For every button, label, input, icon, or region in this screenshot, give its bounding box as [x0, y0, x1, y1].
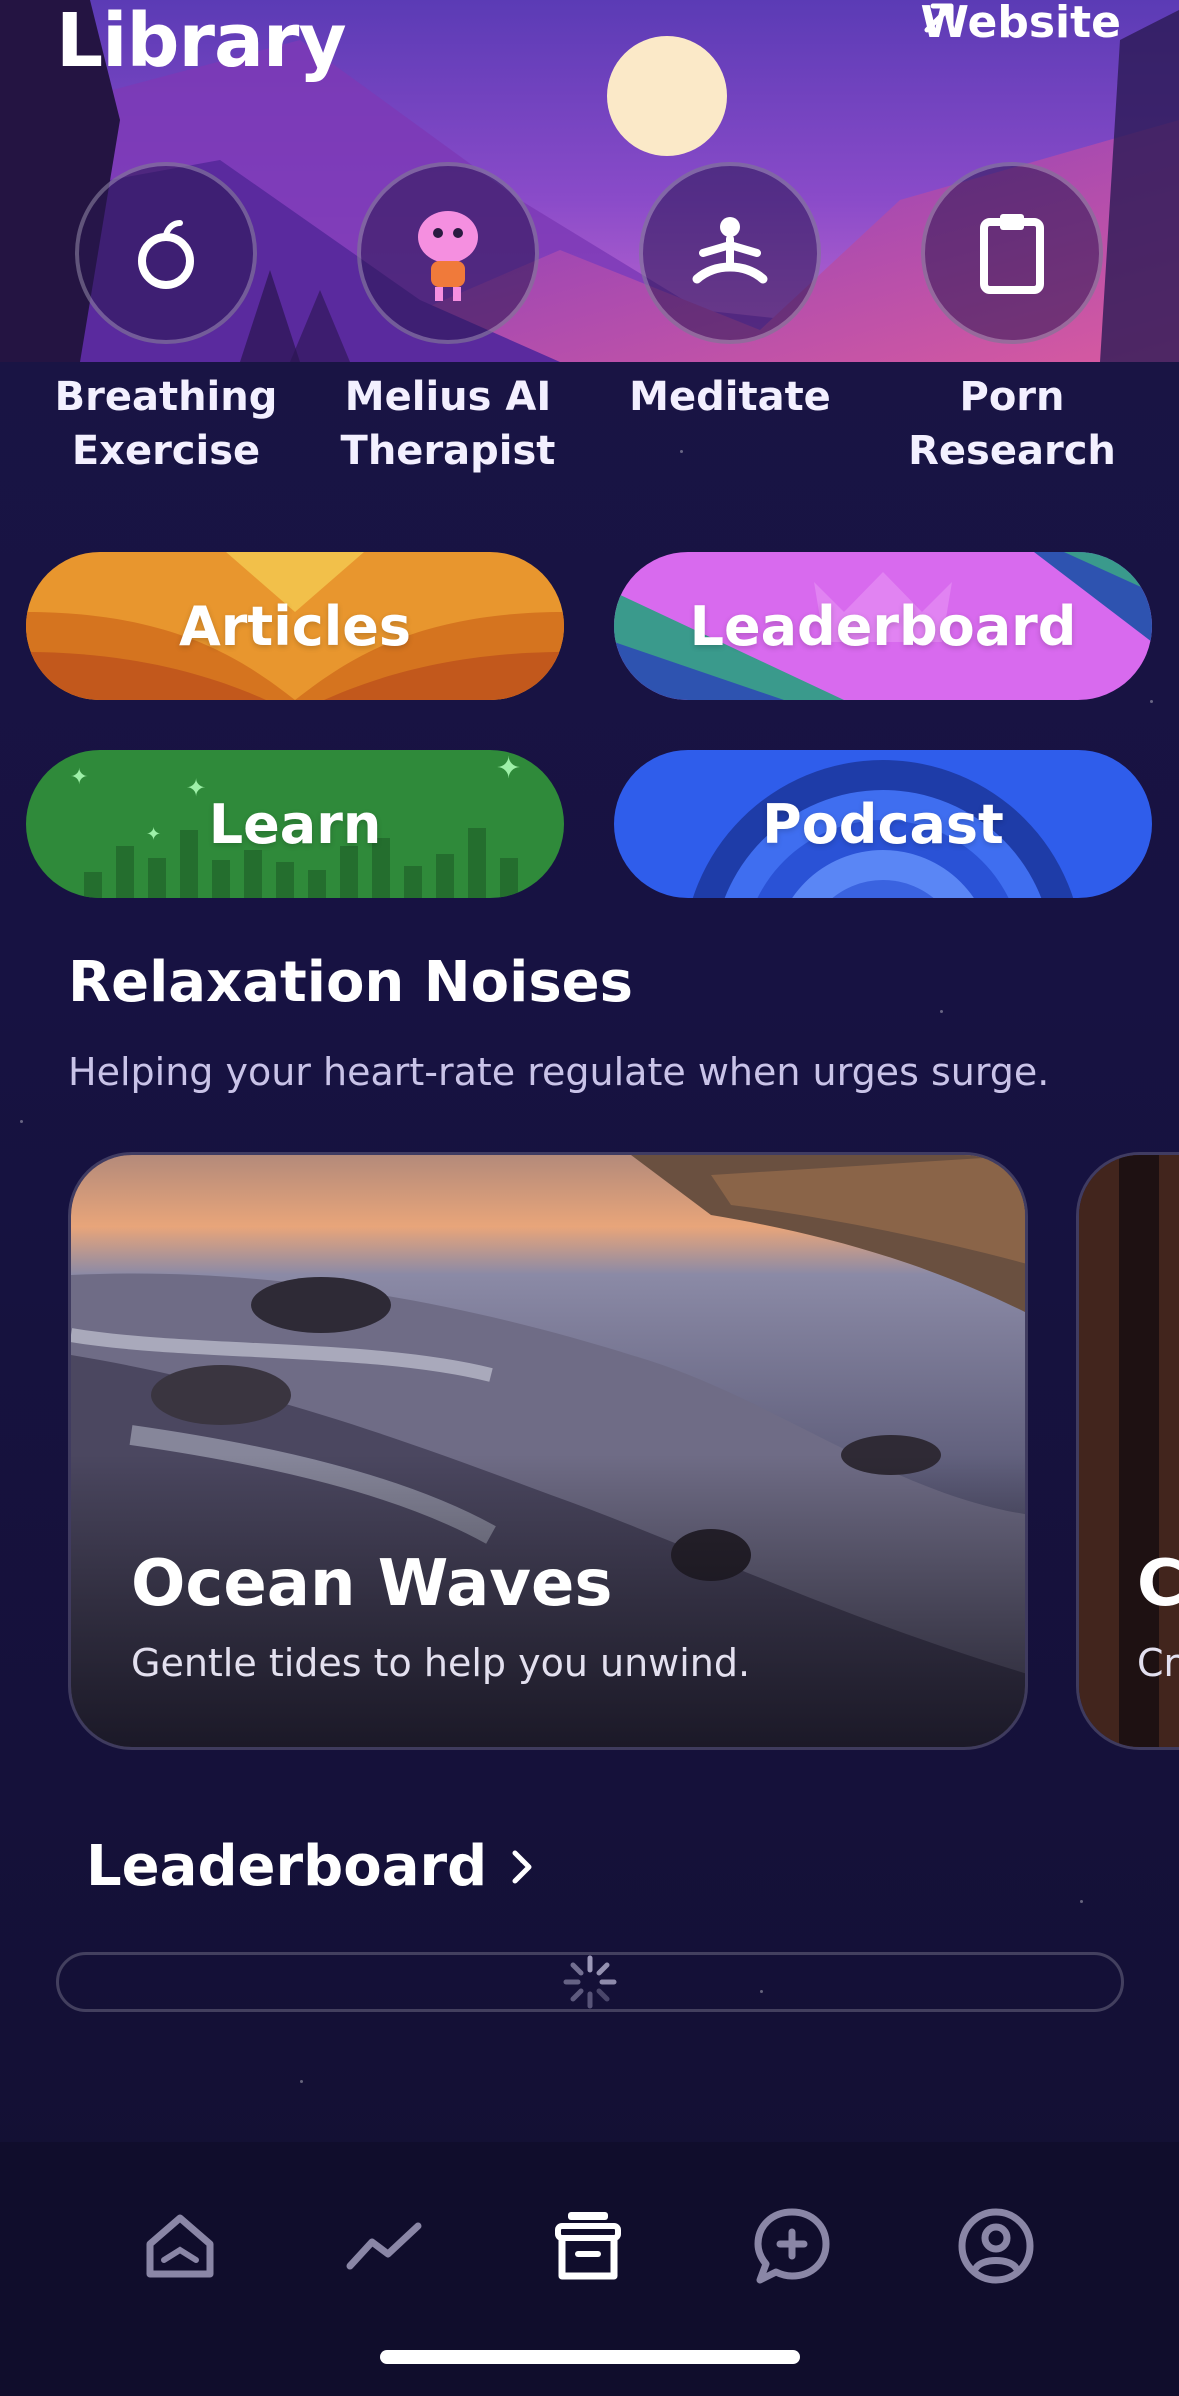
shortcut-label: Breathing Exercise [54, 374, 278, 474]
website-link[interactable]: Website [921, 0, 1121, 48]
podcast-label: Podcast [762, 792, 1004, 856]
chevron-right-icon [512, 1850, 532, 1883]
leaderboard-loading-box [56, 1952, 1124, 2012]
forest-card[interactable]: C Cr [1076, 1152, 1179, 1750]
ai-mascot-icon [418, 211, 478, 301]
tab-chat[interactable] [750, 2204, 834, 2288]
relaxation-title: Relaxation Noises [68, 950, 633, 1015]
shortcut-breathing-exercise[interactable]: Breathing Exercise [36, 162, 296, 478]
learn-label: Learn [208, 792, 382, 856]
card-subtitle: Cr [1137, 1641, 1179, 1685]
card-subtitle: Gentle tides to help you unwind. [131, 1641, 751, 1685]
shortcut-porn-research[interactable]: Porn Research [882, 162, 1142, 478]
page-title: Library [56, 0, 347, 84]
tab-profile[interactable] [954, 2204, 1038, 2288]
breathing-button[interactable] [75, 162, 257, 344]
shortcut-meditate[interactable]: Meditate [600, 162, 860, 424]
library-icon [555, 2212, 621, 2280]
svg-text:✦: ✦ [70, 765, 88, 790]
trend-icon [346, 2222, 422, 2270]
articles-button[interactable]: Articles [26, 552, 564, 700]
relaxation-subtitle: Helping your heart-rate regulate when ur… [68, 1050, 1050, 1094]
home-icon [146, 2214, 214, 2278]
leaderboard-feature-button[interactable]: Leaderboard [614, 552, 1152, 700]
tab-home[interactable] [138, 2204, 222, 2288]
card-title: C [1137, 1547, 1179, 1621]
tab-progress[interactable] [342, 2204, 426, 2288]
tab-library[interactable] [546, 2204, 630, 2288]
leaderboard-title: Leaderboard [86, 1834, 488, 1899]
meditate-icon [692, 217, 768, 284]
svg-text:✦: ✦ [146, 824, 161, 845]
shortcut-ai-therapist[interactable]: Melius AI Therapist [318, 162, 578, 478]
clipboard-icon [980, 214, 1044, 294]
ai-therapist-button[interactable] [357, 162, 539, 344]
shortcut-label: Melius AI Therapist [340, 374, 556, 474]
apple-icon [138, 220, 194, 289]
leaderboard-header-link[interactable]: Leaderboard [86, 1834, 535, 1899]
shortcut-label: Porn Research [908, 374, 1116, 474]
leaderboard-feature-label: Leaderboard [689, 594, 1077, 658]
card-title: Ocean Waves [131, 1547, 613, 1621]
learn-button[interactable]: ✦ ✦ ✦ ✦ Learn [26, 750, 564, 898]
ocean-waves-card[interactable]: Ocean Waves Gentle tides to help you unw… [68, 1152, 1028, 1750]
profile-icon [958, 2208, 1034, 2284]
home-indicator [380, 2350, 800, 2364]
library-screen: Library Website Breathing Exercise Meliu… [0, 0, 1179, 2396]
chat-plus-icon [754, 2208, 830, 2284]
loading-spinner-icon [563, 1955, 617, 2009]
meditate-button[interactable] [639, 162, 821, 344]
podcast-button[interactable]: Podcast [614, 750, 1152, 898]
svg-text:✦: ✦ [496, 751, 521, 786]
svg-text:✦: ✦ [186, 774, 206, 802]
external-arrow-icon [924, 3, 954, 33]
shortcut-label: Meditate [629, 374, 831, 420]
research-button[interactable] [921, 162, 1103, 344]
articles-label: Articles [178, 594, 412, 658]
shortcut-row: Breathing Exercise Melius AI Therapist M… [0, 162, 1179, 482]
